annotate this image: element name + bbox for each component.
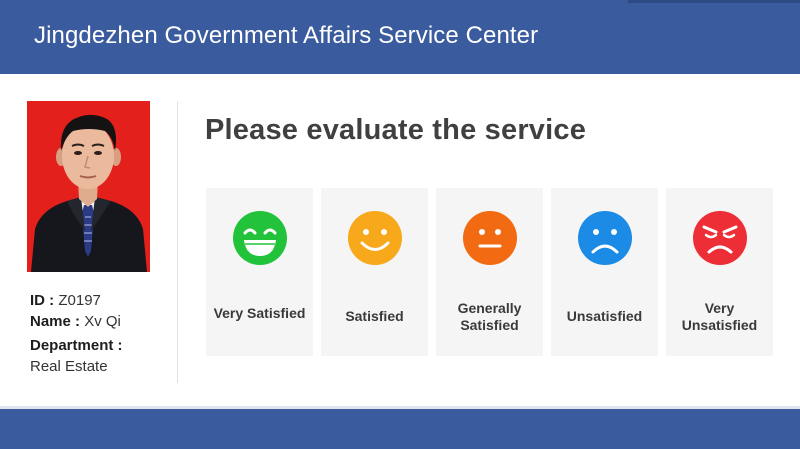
staff-name-row: Name : Xv Qi [30, 313, 123, 334]
staff-department-value: Real Estate [30, 358, 108, 375]
footer-bar [0, 409, 800, 449]
option-label: Satisfied [345, 308, 404, 324]
staff-department-label: Department : [30, 337, 123, 354]
option-label-line2: Unsatisfied [681, 317, 758, 333]
header-bar: Jingdezhen Government Affairs Service Ce… [0, 0, 800, 74]
option-label-line1: Very [704, 300, 735, 316]
staff-id-row: ID : Z0197 [30, 292, 123, 313]
staff-name-value: Xv Qi [84, 313, 121, 330]
option-very-unsatisfied[interactable]: Very Unsatisfied [666, 188, 773, 356]
evaluation-options: Very Satisfied Satisfied Generally Satis… [206, 188, 774, 356]
staff-name-label: Name : [30, 313, 81, 330]
neutral-face-icon [463, 211, 517, 265]
frowning-face-icon [578, 211, 632, 265]
option-label: Very Satisfied [213, 305, 306, 321]
vertical-divider [177, 101, 178, 383]
staff-id-value: Z0197 [58, 292, 101, 309]
staff-department-row: Department : [30, 337, 123, 358]
header-accent-line [628, 0, 800, 3]
evaluation-prompt: Please evaluate the service [205, 114, 587, 146]
option-label-line1: Generally [457, 300, 522, 316]
option-label: Unsatisfied [566, 308, 643, 324]
option-unsatisfied[interactable]: Unsatisfied [551, 188, 658, 356]
staff-id-label: ID : [30, 292, 55, 309]
option-satisfied[interactable]: Satisfied [321, 188, 428, 356]
option-very-satisfied[interactable]: Very Satisfied [206, 188, 313, 356]
evaluation-screen: Jingdezhen Government Affairs Service Ce… [0, 0, 800, 449]
header-title: Jingdezhen Government Affairs Service Ce… [34, 22, 539, 49]
option-label-line2: Satisfied [460, 317, 519, 333]
staff-portrait-image [27, 101, 150, 272]
laughing-face-icon [233, 211, 287, 265]
staff-info: ID : Z0197 Name : Xv Qi Department : Rea… [30, 292, 123, 375]
smiling-face-icon [348, 211, 402, 265]
option-generally-satisfied[interactable]: Generally Satisfied [436, 188, 543, 356]
staff-photo [27, 101, 150, 272]
upset-face-icon [693, 211, 747, 265]
